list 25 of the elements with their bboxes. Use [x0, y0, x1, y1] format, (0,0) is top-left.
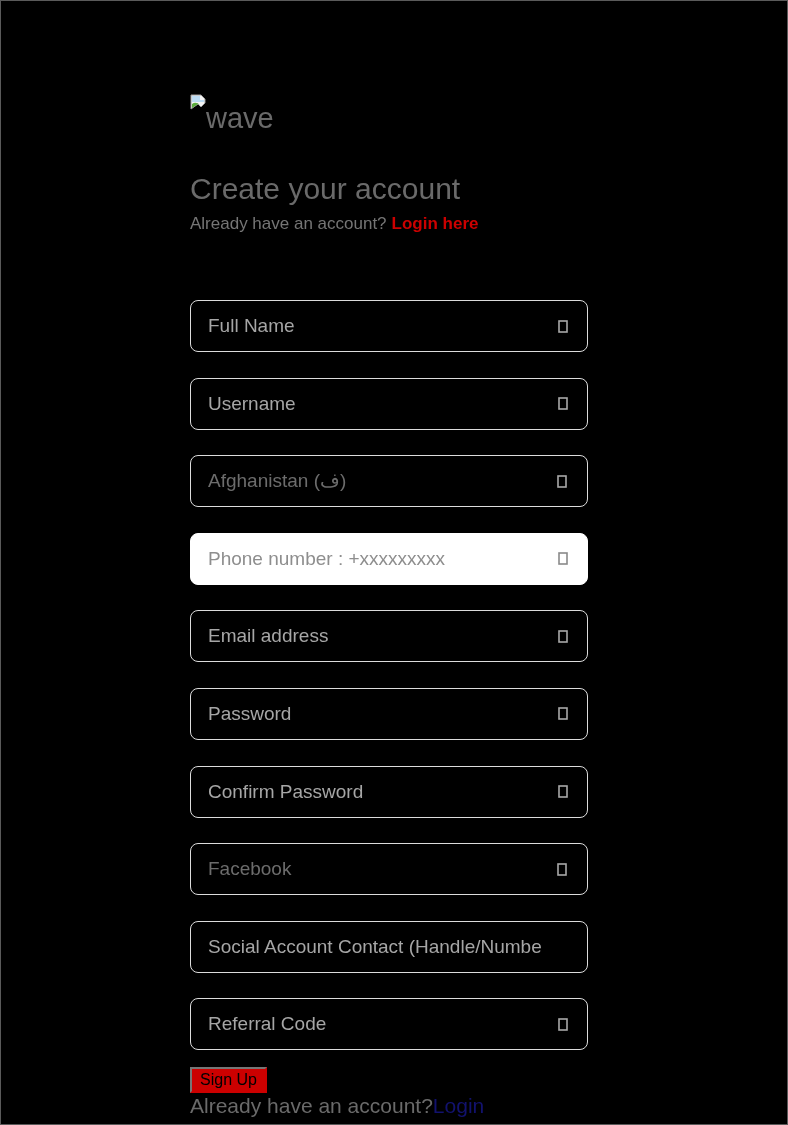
rectangle-icon [558, 629, 568, 643]
select-field[interactable]: Facebook [190, 843, 588, 896]
input-field[interactable]: Full Name [190, 300, 588, 352]
sign-up-button[interactable]: Sign Up [190, 1067, 267, 1094]
rectangle-icon [558, 1017, 568, 1031]
rectangle-icon [558, 319, 568, 333]
input-field[interactable]: Referral Code [190, 998, 588, 1051]
rectangle-icon [558, 397, 568, 411]
input-field[interactable]: Password [190, 687, 588, 740]
rectangle-icon [557, 862, 567, 876]
input-field[interactable]: Social Account Contact (Handle/Numbe [190, 920, 588, 973]
select-field[interactable]: Afghanistan (ف) [190, 455, 588, 508]
broken-image-icon [190, 94, 206, 110]
login-prompt: Already have an account? [190, 1093, 433, 1120]
input-field[interactable]: Email address [190, 610, 588, 663]
input-field[interactable]: Username [190, 377, 588, 430]
rectangle-icon [558, 707, 568, 721]
rectangle-icon [558, 552, 568, 566]
page-title: Create your account [190, 171, 462, 207]
image-alt-text: wave [206, 103, 274, 133]
rectangle-icon [557, 474, 567, 488]
input-field[interactable]: Confirm Password [190, 765, 588, 818]
login-prompt: Already have an account? [190, 214, 387, 234]
login-link[interactable]: Login here [391, 214, 479, 234]
rectangle-icon [558, 785, 568, 799]
